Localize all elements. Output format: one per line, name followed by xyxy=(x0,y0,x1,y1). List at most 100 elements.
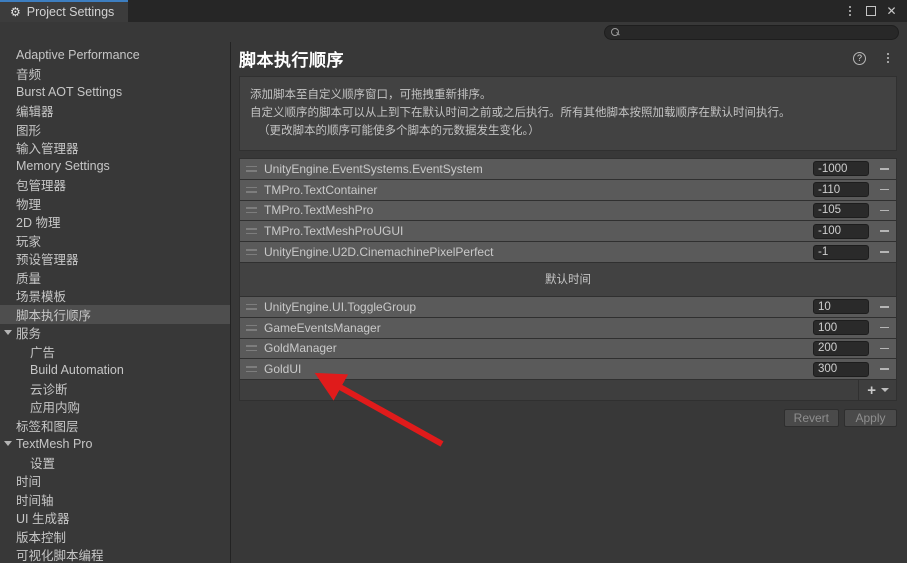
script-name: UnityEngine.U2D.CinemachinePixelPerfect xyxy=(264,245,494,260)
sidebar-item-label: 应用内购 xyxy=(30,401,81,416)
sidebar-item-label: 物理 xyxy=(16,197,42,212)
settings-sidebar[interactable]: Adaptive Performance 音频 Burst AOT Settings… xyxy=(0,42,231,563)
sidebar-item[interactable]: 质量 xyxy=(0,268,230,287)
script-row[interactable]: UnityEngine.UI.ToggleGroup 10 xyxy=(240,296,896,318)
remove-script-button[interactable] xyxy=(875,201,893,219)
order-value-input[interactable]: -100 xyxy=(813,223,869,239)
main-panel: 脚本执行顺序 ? 添加脚本至自定义顺序窗口，可拖拽重新排序。 自定义顺序的脚本可… xyxy=(231,42,907,563)
sidebar-item[interactable]: TextMesh Pro xyxy=(0,435,230,454)
remove-script-button[interactable] xyxy=(875,298,893,316)
add-script-button[interactable]: + xyxy=(858,379,896,401)
remove-script-button[interactable] xyxy=(875,360,893,378)
chevron-down-icon[interactable] xyxy=(4,441,12,447)
sidebar-item[interactable]: 编辑器 xyxy=(0,102,230,121)
sidebar-item[interactable]: Burst AOT Settings xyxy=(0,83,230,102)
gear-icon: ⚙ xyxy=(10,5,21,19)
sidebar-item[interactable]: 图形 xyxy=(0,120,230,139)
order-value-input[interactable]: 10 xyxy=(813,299,869,315)
script-row[interactable]: GameEventsManager 100 xyxy=(240,317,896,339)
drag-handle-icon[interactable] xyxy=(246,303,260,310)
sidebar-item-label: 图形 xyxy=(16,123,42,138)
sidebar-item[interactable]: 标签和图层 xyxy=(0,416,230,435)
remove-script-button[interactable] xyxy=(875,222,893,240)
sidebar-item-label: 包管理器 xyxy=(16,179,67,194)
order-value-input[interactable]: 200 xyxy=(813,340,869,356)
apply-button[interactable]: Apply xyxy=(844,409,897,428)
sidebar-item[interactable]: 物理 xyxy=(0,194,230,213)
sidebar-item[interactable]: 音频 xyxy=(0,65,230,84)
search-input[interactable] xyxy=(624,26,892,38)
tab-project-settings[interactable]: ⚙ Project Settings xyxy=(0,0,129,22)
drag-handle-icon[interactable] xyxy=(246,165,260,172)
sidebar-item[interactable]: 场景模板 xyxy=(0,287,230,306)
order-value-input[interactable]: 300 xyxy=(813,361,869,377)
list-footer: + xyxy=(240,379,896,402)
script-name: UnityEngine.EventSystems.EventSystem xyxy=(264,161,483,176)
order-value-input[interactable]: 100 xyxy=(813,320,869,336)
sidebar-item[interactable]: 输入管理器 xyxy=(0,139,230,158)
script-row[interactable]: UnityEngine.U2D.CinemachinePixelPerfect -… xyxy=(240,242,896,263)
sidebar-item-label: 脚本执行顺序 xyxy=(16,308,92,323)
sidebar-item-label: 输入管理器 xyxy=(16,142,79,157)
sidebar-item[interactable]: 脚本执行顺序 xyxy=(0,305,230,324)
sidebar-item-label: Build Automation xyxy=(30,362,124,377)
remove-script-button[interactable] xyxy=(875,160,893,178)
close-icon[interactable]: ✕ xyxy=(882,0,901,22)
tab-label: Project Settings xyxy=(26,5,115,19)
sidebar-item-label: 云诊断 xyxy=(30,382,68,397)
sidebar-item[interactable]: UI 生成器 xyxy=(0,509,230,528)
drag-handle-icon[interactable] xyxy=(246,249,260,256)
script-row[interactable]: GoldManager 200 xyxy=(240,338,896,360)
revert-button[interactable]: Revert xyxy=(783,409,839,428)
sidebar-item-label: 标签和图层 xyxy=(16,419,79,434)
sidebar-item[interactable]: 2D 物理 xyxy=(0,213,230,232)
sidebar-item[interactable]: 云诊断 xyxy=(0,379,230,398)
sidebar-item[interactable]: 时间轴 xyxy=(0,490,230,509)
window-tab-bar: ⚙ Project Settings ✕ xyxy=(0,0,907,22)
panel-header: 脚本执行顺序 ? xyxy=(231,42,907,74)
remove-script-button[interactable] xyxy=(875,339,893,357)
sidebar-item[interactable]: Build Automation xyxy=(0,361,230,380)
script-name: GoldUI xyxy=(264,362,302,377)
sidebar-item[interactable]: 时间 xyxy=(0,472,230,491)
sidebar-item[interactable]: 玩家 xyxy=(0,231,230,250)
sidebar-item[interactable]: Memory Settings xyxy=(0,157,230,176)
sidebar-item[interactable]: 广告 xyxy=(0,342,230,361)
sidebar-item-label: 服务 xyxy=(16,327,42,342)
script-row[interactable]: UnityEngine.EventSystems.EventSystem -100… xyxy=(240,159,896,180)
page-title: 脚本执行顺序 xyxy=(239,50,344,70)
sidebar-item[interactable]: Adaptive Performance xyxy=(0,46,230,65)
script-row[interactable]: GoldUI 300 xyxy=(240,359,896,381)
drag-handle-icon[interactable] xyxy=(246,228,260,235)
sidebar-item[interactable]: 版本控制 xyxy=(0,527,230,546)
info-line: 添加脚本至自定义顺序窗口，可拖拽重新排序。 xyxy=(250,89,492,101)
drag-handle-icon[interactable] xyxy=(246,207,260,214)
drag-handle-icon[interactable] xyxy=(246,186,260,193)
remove-script-button[interactable] xyxy=(875,319,893,337)
panel-kebab-menu-icon[interactable] xyxy=(878,47,897,69)
sidebar-item-label: 时间 xyxy=(16,475,42,490)
help-icon[interactable]: ? xyxy=(853,51,866,65)
maximize-icon[interactable] xyxy=(861,0,880,22)
chevron-down-icon[interactable] xyxy=(4,330,12,336)
sidebar-item[interactable]: 可视化脚本编程 xyxy=(0,546,230,563)
search-box[interactable] xyxy=(604,24,899,40)
drag-handle-icon[interactable] xyxy=(246,345,260,352)
sidebar-item[interactable]: 服务 xyxy=(0,324,230,343)
drag-handle-icon[interactable] xyxy=(246,366,260,373)
sidebar-item[interactable]: 包管理器 xyxy=(0,176,230,195)
order-value-input[interactable]: -1 xyxy=(813,244,869,260)
order-value-input[interactable]: -105 xyxy=(813,202,869,218)
kebab-menu-icon[interactable] xyxy=(840,0,859,22)
script-row[interactable]: TMPro.TextMeshProUGUI -100 xyxy=(240,221,896,243)
script-row[interactable]: TMPro.TextContainer -110 xyxy=(240,179,896,201)
order-value-input[interactable]: -110 xyxy=(813,182,869,198)
remove-script-button[interactable] xyxy=(875,181,893,199)
sidebar-item[interactable]: 设置 xyxy=(0,453,230,472)
script-row[interactable]: TMPro.TextMeshPro -105 xyxy=(240,200,896,222)
sidebar-item[interactable]: 应用内购 xyxy=(0,398,230,417)
drag-handle-icon[interactable] xyxy=(246,324,260,331)
remove-script-button[interactable] xyxy=(875,243,893,261)
order-value-input[interactable]: -1000 xyxy=(813,161,869,177)
sidebar-item[interactable]: 预设管理器 xyxy=(0,250,230,269)
